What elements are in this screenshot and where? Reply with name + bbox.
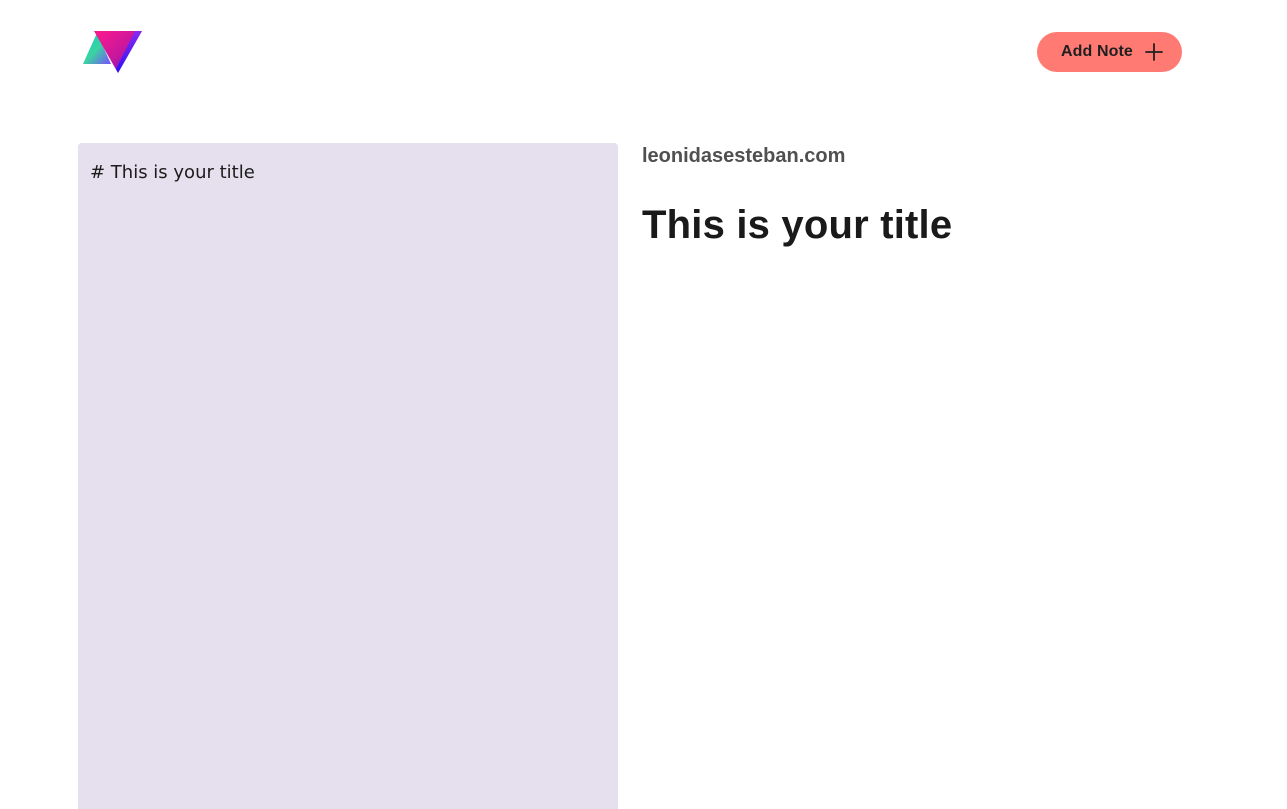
page: Add Note # This is your title leonidases… bbox=[0, 0, 1287, 809]
markdown-editor[interactable]: # This is your title bbox=[78, 143, 618, 809]
plus-icon bbox=[1145, 43, 1163, 61]
add-note-label: Add Note bbox=[1061, 43, 1133, 60]
app-logo[interactable] bbox=[83, 29, 143, 75]
add-note-button[interactable]: Add Note bbox=[1037, 32, 1182, 72]
preview-title: This is your title bbox=[642, 203, 953, 247]
note-preview: leonidasesteban.com This is your title bbox=[642, 143, 1202, 247]
site-domain: leonidasesteban.com bbox=[642, 145, 846, 167]
triangle-prism-logo-icon bbox=[83, 31, 142, 73]
editor-content[interactable]: # This is your title bbox=[90, 162, 606, 183]
